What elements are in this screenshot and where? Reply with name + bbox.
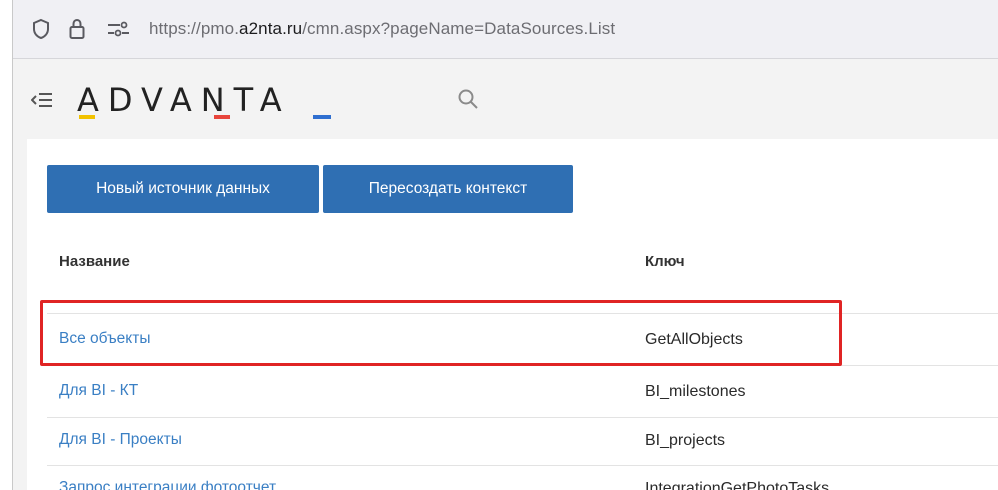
shield-icon[interactable] [31,18,51,45]
table-row-key: GetAllObjects [645,331,743,348]
new-data-source-button[interactable]: Новый источник данных [47,165,319,213]
advanta-logo[interactable]: ADVANTA [77,81,331,119]
url-text[interactable]: https://pmo.a2nta.ru/cmn.aspx?pageName=D… [149,19,615,39]
table-row-key: IntegrationGetPhotoTasks [645,480,830,490]
recreate-context-button[interactable]: Пересоздать контекст [323,165,573,213]
logo-text: ADVANTA [77,81,291,119]
table-row-name-link[interactable]: Для BI - КТ [59,382,138,400]
table-row-key: BI_milestones [645,383,746,400]
permissions-icon[interactable] [107,21,131,42]
row-divider [47,465,998,466]
row-divider [47,417,998,418]
row-divider [47,365,998,366]
lock-icon[interactable] [68,18,86,45]
column-header-name[interactable]: Название [59,253,130,270]
table-row-name-link[interactable]: Все объекты [59,330,151,348]
url-suffix: /cmn.aspx?pageName=DataSources.List [302,19,616,38]
address-bar[interactable]: https://pmo.a2nta.ru/cmn.aspx?pageName=D… [13,0,998,59]
table-row-name-link[interactable]: Для BI - Проекты [59,431,182,449]
table-row-key: BI_projects [645,432,726,449]
content-panel: Новый источник данных Пересоздать контек… [27,139,998,490]
row-divider [47,313,998,314]
menu-collapse-icon[interactable] [30,92,53,108]
table-row-name-link[interactable]: Запрос интеграции фотоотчет [59,479,276,490]
app-header: ADVANTA [13,59,998,139]
column-header-key[interactable]: Ключ [645,253,685,270]
url-prefix: https://pmo. [149,19,240,38]
search-icon[interactable] [457,88,479,115]
logo-accent-underlines [79,115,331,119]
url-domain: a2nta.ru [239,19,303,38]
browser-frame: https://pmo.a2nta.ru/cmn.aspx?pageName=D… [12,0,998,490]
